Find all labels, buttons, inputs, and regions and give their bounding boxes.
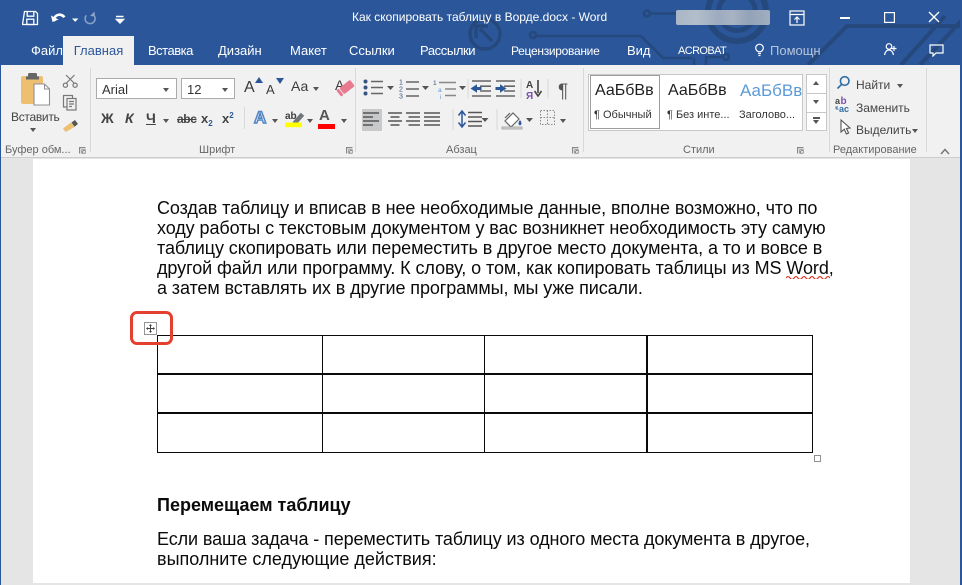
svg-text:Я: Я <box>526 91 533 102</box>
svg-text:1: 1 <box>433 80 437 87</box>
svg-text:¶: ¶ <box>558 81 568 102</box>
svg-text:1: 1 <box>399 80 403 87</box>
svg-text:i: i <box>440 94 441 101</box>
svg-text:А: А <box>526 80 533 91</box>
svg-text:a: a <box>438 87 442 94</box>
svg-text:3: 3 <box>399 94 403 101</box>
svg-text:ac: ac <box>839 104 849 113</box>
svg-text:2: 2 <box>399 87 403 94</box>
